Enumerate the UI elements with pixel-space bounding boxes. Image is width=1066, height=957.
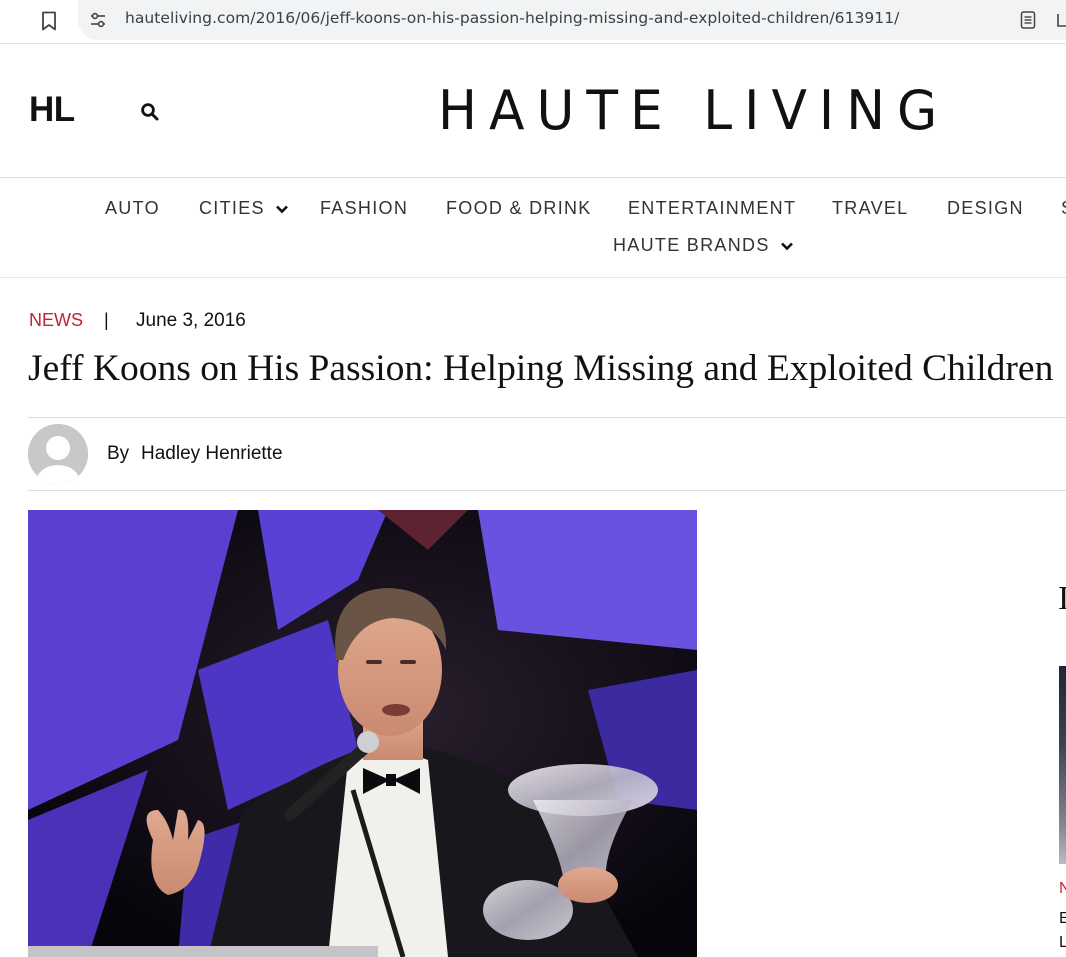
chevron-down-icon: [780, 242, 793, 250]
sidebar-headline-fragment[interactable]: E: [1059, 910, 1066, 928]
search-icon[interactable]: [138, 100, 162, 124]
sidebar-category-fragment[interactable]: N: [1059, 880, 1066, 898]
nav-label: FOOD & DRINK: [446, 198, 592, 218]
brand-logo[interactable]: HAUTE LIVING: [438, 80, 949, 142]
nav-item-auto[interactable]: AUTO: [105, 198, 160, 219]
nav-item-haute-brands[interactable]: HAUTE BRANDS: [613, 235, 794, 256]
nav-item-fashion[interactable]: FASHION: [320, 198, 408, 219]
nav-item-entertainment[interactable]: ENTERTAINMENT: [628, 198, 796, 219]
sidebar-thumbnail[interactable]: [1059, 666, 1066, 864]
article-hero-image: [28, 510, 697, 957]
address-bar[interactable]: hauteliving.com/2016/06/jeff-koons-on-hi…: [78, 0, 1066, 40]
meta-separator: |: [104, 310, 109, 330]
site-info-icon[interactable]: [86, 8, 110, 32]
nav-label: DESIGN: [947, 198, 1024, 218]
chevron-down-icon: [275, 205, 288, 213]
nav-label: S: [1061, 198, 1066, 219]
nav-label: AUTO: [105, 198, 160, 218]
browser-toolbar: hauteliving.com/2016/06/jeff-koons-on-hi…: [0, 0, 1066, 44]
nav-label: HAUTE BRANDS: [613, 235, 770, 255]
bookmark-icon[interactable]: [38, 9, 60, 33]
url-text[interactable]: hauteliving.com/2016/06/jeff-koons-on-hi…: [125, 9, 899, 27]
reader-mode-icon[interactable]: [1016, 8, 1040, 32]
divider: [28, 417, 1066, 418]
main-nav: AUTO CITIES FASHION FOOD & DRINK ENTERTA…: [0, 179, 1066, 278]
byline-label: By: [107, 443, 130, 464]
sidebar-headline-fragment[interactable]: L: [1059, 934, 1066, 952]
nav-item-travel[interactable]: TRAVEL: [832, 198, 909, 219]
article-category[interactable]: NEWS: [29, 310, 83, 331]
nav-label: CITIES: [199, 198, 265, 218]
nav-item-design[interactable]: DESIGN: [947, 198, 1024, 219]
nav-item-truncated[interactable]: S: [1061, 198, 1066, 219]
hl-logo[interactable]: HL: [29, 90, 75, 130]
article-date: June 3, 2016: [136, 310, 246, 331]
nav-label: ENTERTAINMENT: [628, 198, 797, 218]
author-name[interactable]: Hadley Henriette: [141, 443, 283, 465]
divider: [28, 490, 1066, 491]
nav-label: FASHION: [320, 198, 409, 218]
nav-label: TRAVEL: [832, 198, 909, 218]
article-title: Jeff Koons on His Passion: Helping Missi…: [28, 348, 1054, 389]
extension-icon[interactable]: [1056, 8, 1066, 32]
nav-item-food-drink[interactable]: FOOD & DRINK: [446, 198, 592, 219]
nav-item-cities[interactable]: CITIES: [199, 198, 289, 219]
sidebar-heading-fragment: I: [1058, 580, 1066, 617]
site-header: HL HAUTE LIVING: [0, 46, 1066, 178]
author-avatar[interactable]: [28, 424, 88, 484]
